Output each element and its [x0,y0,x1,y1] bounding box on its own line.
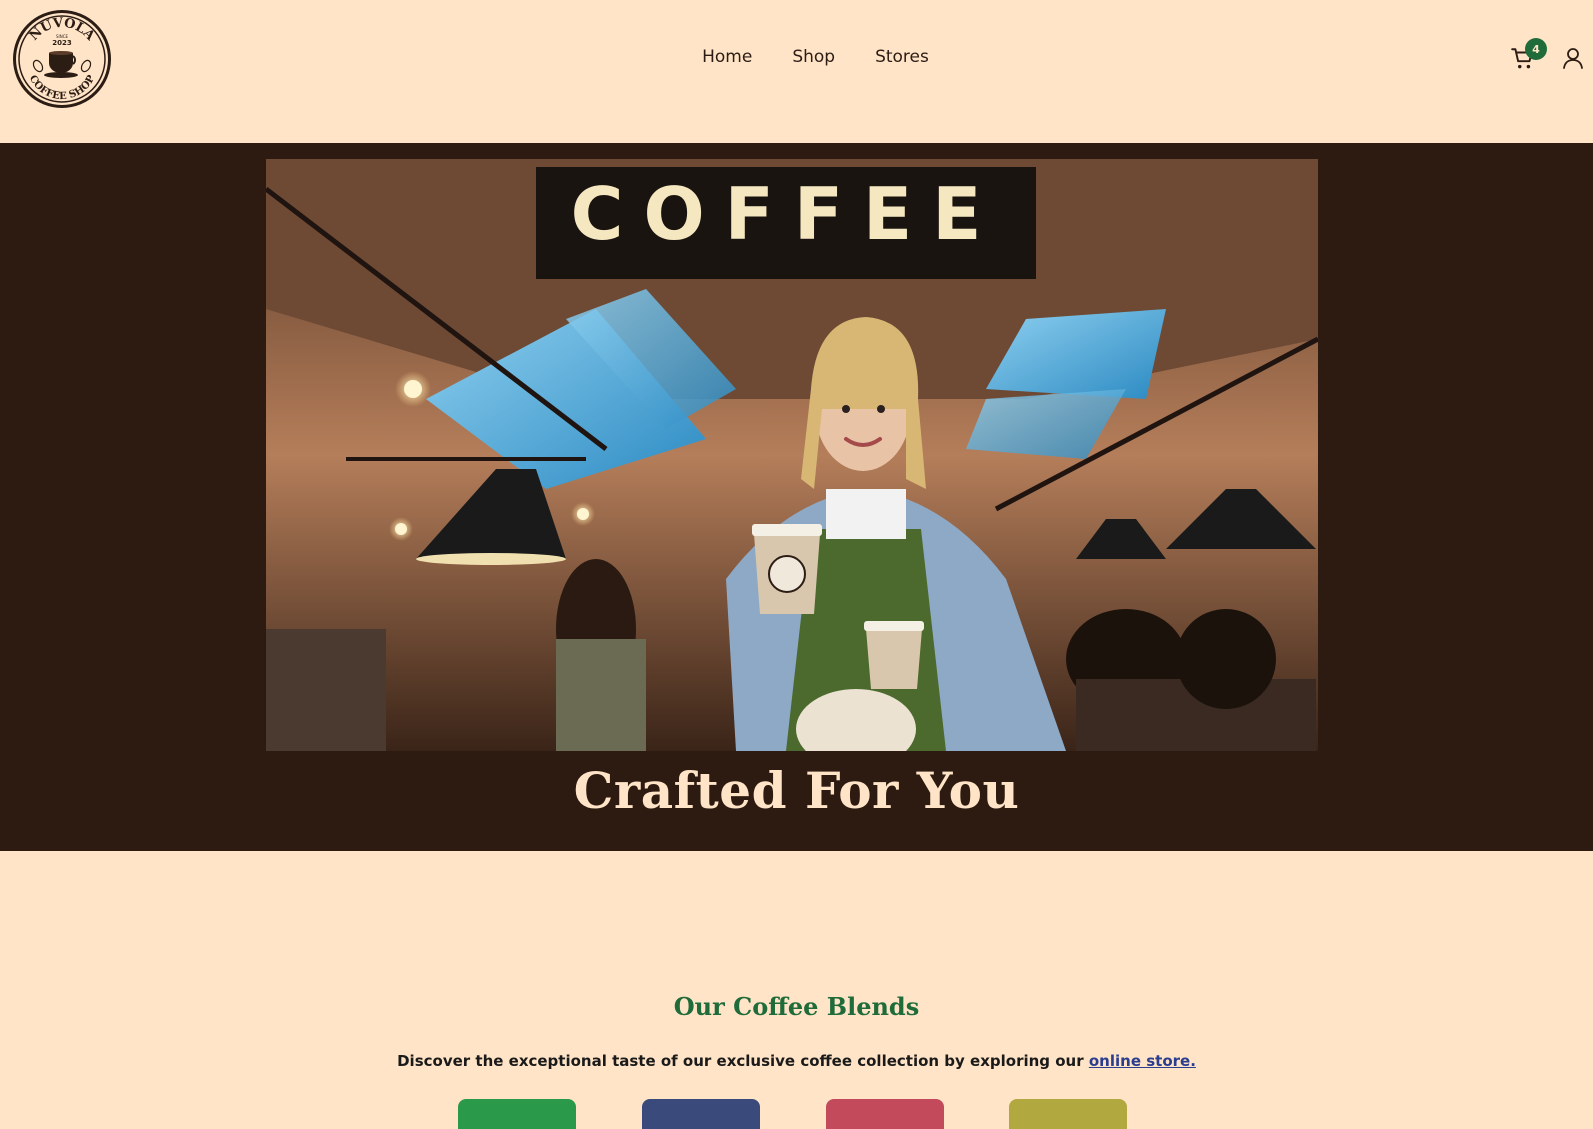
hero-image: COFFEE [266,159,1318,751]
nav-home[interactable]: Home [702,47,752,67]
hero-title: Crafted For You [573,761,1020,820]
coffee-sign-text: COFFEE [571,172,1002,256]
product-tile[interactable] [642,1099,760,1129]
section-title: Our Coffee Blends [673,992,920,1021]
nav-shop[interactable]: Shop [792,47,835,67]
product-tile[interactable] [826,1099,944,1129]
online-store-link[interactable]: online store. [1089,1052,1196,1070]
account-button[interactable] [1561,46,1585,70]
user-icon [1563,48,1583,69]
product-tile[interactable] [1009,1099,1127,1129]
nav-stores[interactable]: Stores [875,47,929,67]
section-description-text: Discover the exceptional taste of our ex… [397,1052,1084,1070]
site-header: NUVOLA COFFEE SHOP SINCE 2023 Home Shop … [0,0,1593,143]
cart-count-badge: 4 [1525,38,1547,60]
product-tile[interactable] [458,1099,576,1129]
main-nav: Home Shop Stores [0,47,1593,67]
logo-year: 2023 [52,39,72,47]
hero-section: COFFEE Crafted For You [0,143,1593,851]
section-description: Discover the exceptional taste of our ex… [0,1052,1593,1070]
